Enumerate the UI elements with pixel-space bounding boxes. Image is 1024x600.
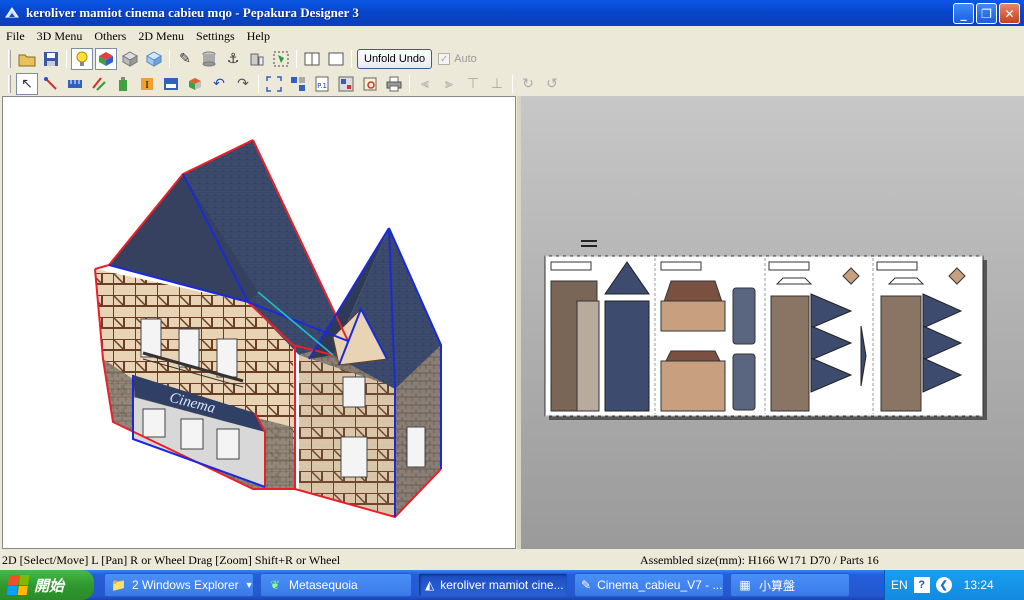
save-icon[interactable] [40,48,62,70]
toolbar-grip [8,74,11,93]
title-bar: keroliver mamiot cinema cabieu mqo - Pep… [0,0,1024,26]
glue-icon[interactable] [112,73,134,95]
shaded-cube-icon[interactable] [143,48,165,70]
taskbar-item-metasequoia[interactable]: ❦ Metasequoia [260,573,412,597]
windows-flag-icon [6,575,30,595]
menu-settings[interactable]: Settings [190,29,241,44]
split-view-icon[interactable] [325,48,347,70]
unfold-undo-button[interactable]: Unfold Undo [357,48,433,69]
taskbar-item-pepakura[interactable]: ◭ keroliver mamiot cine... [418,573,568,597]
svg-text:P.1: P.1 [317,82,327,90]
align-left-icon[interactable]: ⫷ [414,73,436,95]
edge-tool-icon[interactable] [40,73,62,95]
fit-view-icon[interactable] [263,73,285,95]
help-icon[interactable]: ? [913,577,930,593]
start-button[interactable]: 開始 [0,570,94,600]
taskbar-item-label: 2 Windows Explorer [131,578,239,592]
menu-others[interactable]: Others [88,29,132,44]
taskbar-item-label: Cinema_cabieu_V7 - ... [597,578,723,592]
wire-cube-icon[interactable] [119,48,141,70]
ruler-icon[interactable] [64,73,86,95]
menu-file[interactable]: File [0,29,31,44]
pepakura-icon: ◭ [425,578,435,592]
taskbar-item-label: 小算盤 [759,578,796,593]
toolbar-grip [8,49,11,68]
menu-bar: File 3D Menu Others 2D Menu Settings Hel… [0,26,1024,46]
select-arrow-icon[interactable]: ↖ [16,72,38,95]
language-indicator[interactable]: EN [891,578,908,592]
window-title: keroliver mamiot cinema cabieu mqo - Pep… [26,5,359,20]
toolbar-edit: ↖ I ↶ ↷ P.1 ⫷ ⫸ ⊤ ⊥ ↻ ↺ [0,71,1024,96]
auto-label: Auto [454,52,477,65]
page-number-icon[interactable]: P.1 [311,73,333,95]
text-tool-icon[interactable]: I [136,73,158,95]
align-parts-icon[interactable] [246,48,268,70]
clock: 13:24 [963,578,994,592]
chevron-down-icon: ▼ [244,580,254,590]
taskbar-item-paint[interactable]: ✎ Cinema_cabieu_V7 - ... [574,573,724,597]
taskbar-item-label: keroliver mamiot cine... [440,578,564,592]
pepakura-app-icon [5,7,19,18]
lightbulb-icon[interactable] [71,47,93,70]
minimize-button[interactable]: _ [953,3,974,24]
calculator-icon: ▦ [739,578,751,592]
align-right-icon[interactable]: ⫸ [438,73,460,95]
taskbar-item-calculator[interactable]: ▦ 小算盤 [730,573,850,597]
rotate-left-icon[interactable]: ↶ [208,73,230,95]
texture-cube-icon[interactable] [95,47,117,70]
svg-text:I: I [145,80,148,91]
leaf-icon: ❦ [269,578,281,592]
box-tool-icon[interactable] [184,73,206,95]
image-tool-icon[interactable] [160,73,182,95]
print-preview-icon[interactable] [359,73,381,95]
3d-model-render[interactable]: Cinema [3,97,515,548]
cylinder-icon[interactable] [198,48,220,70]
select-parts-icon[interactable] [270,48,292,70]
rotate-30-icon[interactable]: ↺ [541,73,563,95]
close-button[interactable]: ✕ [999,3,1020,24]
checkmark-icon: ✓ [438,52,451,65]
taskbar: 開始 📁 2 Windows Explorer ▼ ❦ Metasequoia … [0,570,1024,600]
layout-icon[interactable] [335,73,357,95]
align-bottom-icon[interactable]: ⊥ [486,73,508,95]
folder-icon: 📁 [111,578,126,592]
unfolded-pattern-sheet[interactable] [521,96,1024,549]
print-icon[interactable] [383,73,405,95]
toolbar-main: ✎ ⚓ Unfold Undo ✓ Auto [0,46,1024,71]
flaps-icon[interactable] [88,73,110,95]
open-folder-icon[interactable] [16,48,38,70]
status-bar: 2D [Select/Move] L [Pan] R or Wheel Drag… [0,551,1024,570]
status-hint: 2D [Select/Move] L [Pan] R or Wheel Drag… [2,553,341,567]
status-size: Assembled size(mm): H166 W171 D70 / Part… [640,553,879,567]
2d-view-pane[interactable] [521,96,1024,549]
maximize-button[interactable]: ❐ [976,3,997,24]
menu-help[interactable]: Help [241,29,276,44]
single-view-icon[interactable] [301,48,323,70]
pencil-icon[interactable]: ✎ [174,48,196,70]
parts-list-icon[interactable] [287,73,309,95]
chevron-left-icon[interactable]: ❮ [935,577,952,593]
paint-icon: ✎ [581,578,592,592]
auto-checkbox[interactable]: ✓ Auto [438,52,477,65]
start-label: 開始 [34,577,65,595]
anchor-icon[interactable]: ⚓ [222,48,244,70]
system-tray: EN ? ❮ 13:24 [884,570,1024,600]
rotate-90-icon[interactable]: ↻ [517,73,539,95]
3d-view-pane[interactable]: Cinema [2,96,516,549]
align-top-icon[interactable]: ⊤ [462,73,484,95]
taskbar-item-explorer[interactable]: 📁 2 Windows Explorer ▼ [104,573,254,597]
taskbar-item-label: Metasequoia [289,578,358,592]
menu-2d[interactable]: 2D Menu [132,29,190,44]
menu-3d[interactable]: 3D Menu [31,29,89,44]
rotate-right-icon[interactable]: ↷ [232,73,254,95]
